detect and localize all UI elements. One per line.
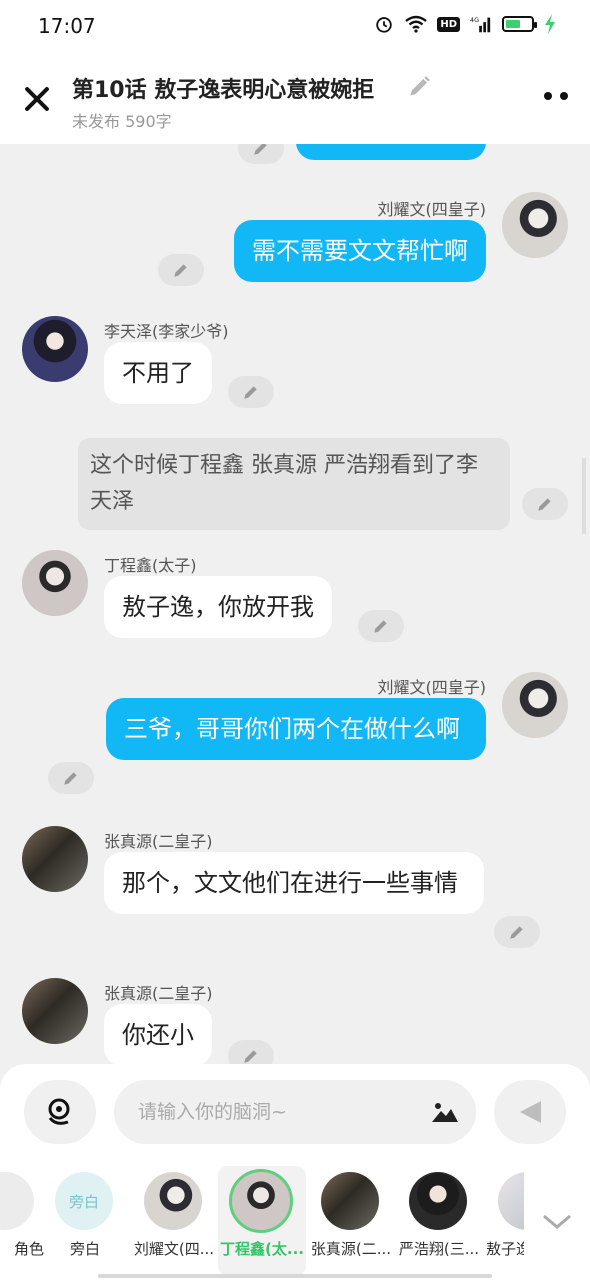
narration-block[interactable]: 这个时候丁程鑫 张真源 严浩翔看到了李天泽: [78, 438, 510, 530]
role-label: 张真源(二...: [310, 1240, 392, 1258]
role-avatar: [229, 1169, 293, 1233]
speaker-name: 张真源(二皇子): [104, 832, 213, 851]
chapter-status: 未发布 590字: [72, 112, 172, 131]
role-label: 刘耀文(四...: [133, 1240, 215, 1258]
speaker-name: 刘耀文(四皇子): [377, 200, 487, 219]
close-button[interactable]: [22, 84, 52, 114]
image-icon[interactable]: [430, 1098, 460, 1126]
message-input[interactable]: [138, 1080, 428, 1144]
role-avatar: [144, 1172, 202, 1230]
edit-message-button[interactable]: [48, 762, 94, 794]
pencil-icon: [64, 772, 77, 785]
speaker-name: 张真源(二皇子): [104, 984, 213, 1003]
role-avatar: [321, 1172, 379, 1230]
role-label: 丁程鑫(太...: [220, 1240, 304, 1258]
pencil-icon: [538, 498, 551, 511]
brain-hole-icon: [48, 1098, 70, 1125]
status-bar: 17:07 HD 4G: [0, 0, 590, 52]
svg-text:4G: 4G: [470, 16, 479, 24]
voice-input-button[interactable]: [24, 1080, 96, 1144]
hd-badge: HD: [437, 16, 460, 32]
edit-message-button[interactable]: [238, 144, 284, 164]
message-bubble[interactable]: 那个，文文他们在进行一些事情: [104, 852, 484, 914]
avatar[interactable]: [22, 978, 88, 1044]
pencil-icon: [174, 264, 187, 277]
charging-icon: [545, 14, 555, 34]
pencil-icon: [244, 386, 257, 399]
message-bubble-partial[interactable]: [296, 144, 486, 160]
composer-panel: 角色 旁白 旁白 刘耀文(四... 丁程鑫(太... 张真源(二... 严浩翔(…: [0, 1064, 590, 1280]
pencil-icon: [244, 1050, 257, 1063]
avatar[interactable]: [22, 316, 88, 382]
message-bubble[interactable]: 不用了: [104, 342, 212, 404]
message-bubble[interactable]: 需不需要文文帮忙啊: [234, 220, 486, 282]
chat-area[interactable]: 刘耀文(四皇子) 需不需要文文帮忙啊 李天泽(李家少爷) 不用了 这个时候丁程鑫…: [0, 144, 590, 1064]
role-label: 敖子逸: [486, 1240, 524, 1258]
role-item[interactable]: 刘耀文(四...: [130, 1166, 218, 1276]
pencil-icon: [374, 620, 387, 633]
send-icon: [520, 1101, 541, 1123]
status-time: 17:07: [38, 14, 96, 38]
avatar[interactable]: [502, 672, 568, 738]
wifi-icon: [405, 15, 428, 33]
role-item[interactable]: 敖子逸: [484, 1166, 524, 1276]
role-item[interactable]: 严浩翔(三...: [395, 1166, 483, 1276]
avatar[interactable]: [22, 550, 88, 616]
edit-message-button[interactable]: [228, 376, 274, 408]
alarm-icon: [376, 17, 393, 33]
role-label: 旁白: [69, 1240, 100, 1258]
editor-header: 第10话 敖子逸表明心意被婉拒 未发布 590字: [0, 52, 590, 144]
edit-message-button[interactable]: [228, 1040, 274, 1064]
edit-message-button[interactable]: [522, 488, 568, 520]
narrator-avatar: 旁白: [55, 1172, 113, 1230]
avatar[interactable]: [22, 826, 88, 892]
speaker-name: 刘耀文(四皇子): [377, 678, 487, 697]
send-button[interactable]: [494, 1080, 566, 1144]
message-bubble[interactable]: 敖子逸，你放开我: [104, 576, 332, 638]
signal-icon: 4G: [470, 16, 491, 33]
edit-message-button[interactable]: [494, 916, 540, 948]
chapter-title: 第10话 敖子逸表明心意被婉拒: [72, 78, 375, 103]
edit-message-button[interactable]: [358, 610, 404, 642]
message-bubble[interactable]: 三爷，哥哥你们两个在做什么啊: [106, 698, 486, 760]
more-options-button[interactable]: [544, 92, 568, 100]
role-avatar: [409, 1172, 467, 1230]
speaker-name: 丁程鑫(太子): [104, 556, 197, 575]
edit-message-button[interactable]: [158, 254, 204, 286]
pencil-icon: [254, 144, 267, 155]
role-item-narrator[interactable]: 旁白 旁白: [41, 1166, 129, 1276]
battery-icon: [502, 16, 537, 32]
edit-title-icon[interactable]: [406, 74, 432, 100]
role-avatar: [498, 1172, 524, 1230]
message-bubble[interactable]: 你还小: [104, 1004, 212, 1064]
message-input-container[interactable]: [114, 1080, 476, 1144]
role-label: 严浩翔(三...: [398, 1240, 480, 1258]
role-item[interactable]: 张真源(二...: [307, 1166, 395, 1276]
role-avatar: [0, 1172, 34, 1230]
speaker-name: 李天泽(李家少爷): [104, 322, 229, 341]
home-indicator: [98, 1274, 492, 1278]
role-picker: 角色 旁白 旁白 刘耀文(四... 丁程鑫(太... 张真源(二... 严浩翔(…: [0, 1162, 590, 1280]
pencil-icon: [510, 926, 523, 939]
status-icons: HD 4G: [373, 14, 556, 34]
chevron-down-icon[interactable]: [540, 1210, 574, 1232]
role-item-selected[interactable]: 丁程鑫(太...: [218, 1166, 306, 1276]
avatar[interactable]: [502, 192, 568, 258]
scrollbar[interactable]: [582, 458, 586, 534]
